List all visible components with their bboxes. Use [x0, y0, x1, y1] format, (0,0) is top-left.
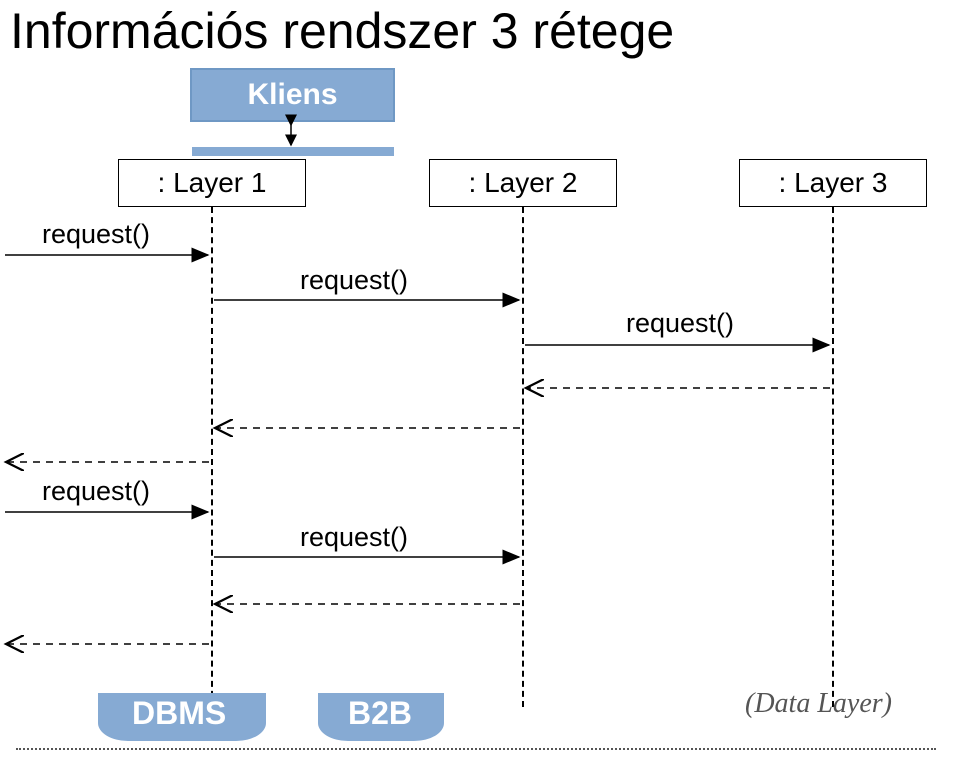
dbms-label: DBMS	[132, 695, 226, 732]
kliens-strip	[192, 147, 394, 156]
msg-request-2: request()	[300, 265, 408, 296]
msg-request-1: request()	[42, 219, 150, 250]
layer3-label: : Layer 3	[779, 167, 888, 199]
page-title: Információs rendszer 3 rétege	[10, 2, 674, 60]
bottom-dotted-line	[16, 748, 936, 750]
lifeline-layer3	[832, 207, 834, 707]
data-layer-label: (Data Layer)	[745, 688, 892, 720]
lifeline-layer2	[522, 207, 524, 707]
msg-request-5: request()	[300, 522, 408, 553]
layer1-label: : Layer 1	[158, 167, 267, 199]
b2b-label: B2B	[348, 695, 412, 732]
kliens-label: Kliens	[247, 78, 337, 112]
layer2-label: : Layer 2	[469, 167, 578, 199]
sequence-arrows	[0, 0, 959, 759]
lifeline-layer1	[211, 207, 213, 707]
kliens-box: Kliens	[190, 68, 395, 122]
msg-request-3: request()	[626, 308, 734, 339]
msg-request-4: request()	[42, 476, 150, 507]
layer2-box: : Layer 2	[429, 159, 617, 207]
layer3-box: : Layer 3	[739, 159, 927, 207]
layer1-box: : Layer 1	[118, 159, 306, 207]
